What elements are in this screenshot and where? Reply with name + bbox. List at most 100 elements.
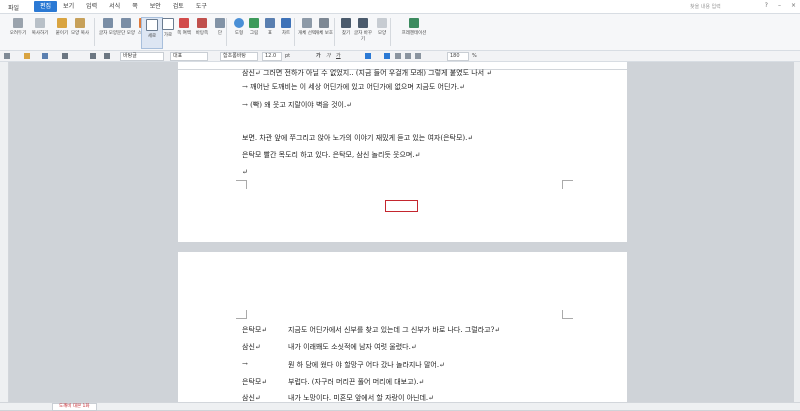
divider: [294, 18, 295, 46]
document-page[interactable]: 은탁모↵ 지금도 어딘가에서 신부를 찾고 있는데 그 신부가 바로 나다. 그…: [178, 252, 627, 404]
zoom-unit: %: [472, 53, 477, 59]
text-line: → (빡) 왜 웃고 지랄이야 벽을 것이.↵: [242, 101, 353, 109]
document-page[interactable]: 삼신↵ 그러면 전하가 아닐 수 없었지.. (지금 들어 우걸개 모래) 그렇…: [178, 69, 627, 242]
menu-list: 편집 보기 입력 서식 쪽 보안 검토 도구: [34, 1, 213, 12]
margin-corner: [236, 180, 247, 189]
table-icon: [265, 18, 275, 28]
margin-corner: [562, 310, 573, 319]
text-line: 은탁모 빨간 목도리 하고 있다. 은탁모, 삼신 놀리듯 웃으며.↵: [242, 151, 421, 159]
margin-corner: [562, 180, 573, 189]
dialogue-text: 뭔 하 담에 웠다 야 할망구 어다 갔나 놀라지나 말어.↵: [288, 361, 445, 369]
clipboard-icon: [57, 18, 67, 28]
save-icon[interactable]: [42, 53, 48, 59]
vertical-scrollbar[interactable]: [794, 62, 800, 402]
divider: [94, 18, 95, 46]
menu-page[interactable]: 쪽: [126, 1, 144, 12]
menu-tools[interactable]: 도구: [190, 1, 213, 12]
text-line: 보면. 차관 앞에 쭈그리고 앉아 노가의 이야기 재밌게 듣고 있는 여자(은…: [242, 134, 474, 142]
close-icon[interactable]: ×: [791, 2, 796, 9]
file-menu[interactable]: 파일: [8, 3, 19, 12]
redo-icon[interactable]: [104, 53, 110, 59]
new-doc-icon[interactable]: [4, 53, 10, 59]
help-icon[interactable]: ?: [765, 2, 768, 9]
dialogue-text: 부럽다. (자구러 머리끈 풀어 머리에 대보고).↵: [288, 378, 425, 386]
vertical-ruler[interactable]: [0, 62, 9, 402]
margin-button[interactable]: 쪽 여백: [174, 17, 194, 47]
columns-icon: [215, 18, 225, 28]
chart-icon: [281, 18, 291, 28]
char-shape-button[interactable]: 글자 모양: [98, 17, 118, 47]
open-folder-icon[interactable]: [24, 53, 30, 59]
brush-icon: [75, 18, 85, 28]
menu-security[interactable]: 보안: [144, 1, 167, 12]
presentation-button[interactable]: 프레젠테이션: [397, 17, 431, 47]
undo-icon[interactable]: [90, 53, 96, 59]
copy-icon: [35, 18, 45, 28]
para-shape-icon: [121, 18, 131, 28]
divider: [226, 18, 227, 46]
menu-review[interactable]: 검토: [167, 1, 190, 12]
align-left-icon[interactable]: [395, 53, 401, 59]
speaker-label: 은탁모↵: [242, 378, 268, 386]
window-controls: ? – ×: [765, 2, 796, 9]
shape-icon: [234, 18, 244, 28]
cut-button[interactable]: 오려두기: [8, 17, 28, 47]
copy-button[interactable]: 복사하기: [30, 17, 50, 47]
search-input[interactable]: 찾을 내용 입력: [690, 3, 760, 10]
font-lang-select[interactable]: 대표: [170, 52, 208, 61]
text-line: → 깨어난 도깨비는 이 세상 어딘가에 있고 어딘가에 없으며 지금도 어딘가…: [242, 83, 465, 91]
format-bar: 바탕글 대표 함초롬바탕 12.0 pt 가 가 가 180 %: [0, 51, 800, 62]
underline-button[interactable]: 가: [336, 52, 341, 59]
replace-icon: [358, 18, 368, 28]
italic-button[interactable]: 가: [326, 52, 331, 59]
speaker-label: 은탁모↵: [242, 326, 268, 334]
picture-icon: [249, 18, 259, 28]
font-color-icon[interactable]: [365, 53, 371, 59]
select-object-icon: [302, 18, 312, 28]
zoom-input[interactable]: 180: [447, 52, 469, 61]
para-shape-button[interactable]: 문단 모양: [116, 17, 136, 47]
scissors-icon: [13, 18, 23, 28]
master-page-icon: [197, 18, 207, 28]
dialogue-text: 지금도 어딘가에서 신부를 찾고 있는데 그 신부가 바로 나다. 그럴라고?↵: [288, 326, 501, 334]
portrait-page-icon: [146, 19, 158, 31]
menu-format[interactable]: 서식: [103, 1, 126, 12]
paste-button[interactable]: 붙이기: [52, 17, 72, 47]
align-right-icon[interactable]: [415, 53, 421, 59]
menu-bar: 파일 편집 보기 입력 서식 쪽 보안 검토 도구 찾을 내용 입력 ? – ×: [0, 0, 800, 14]
highlight-box: [385, 200, 418, 212]
dialogue-text: 내가 이래봬도 소싯적에 남자 여럿 울렸다.↵: [288, 343, 417, 351]
menu-view[interactable]: 보기: [57, 1, 80, 12]
divider: [334, 18, 335, 46]
font-select[interactable]: 함초롬바탕: [220, 52, 258, 61]
ribbon-toolbar: 오려두기 복사하기 붙이기 모양 복사 글자 모양 문단 모양 스타일 세로 가…: [0, 14, 800, 51]
minimize-icon[interactable]: –: [778, 2, 781, 9]
chart-button[interactable]: 차트: [276, 17, 296, 47]
menu-edit[interactable]: 편집: [34, 1, 58, 12]
binoculars-icon: [341, 18, 351, 28]
columns-button[interactable]: 단: [210, 17, 230, 47]
speaker-label: →: [242, 360, 248, 368]
lock-icon: [319, 18, 329, 28]
print-icon[interactable]: [62, 53, 68, 59]
document-tab[interactable]: 도깨비 대본 1화: [52, 403, 97, 411]
landscape-page-icon: [162, 18, 174, 30]
font-size-unit: pt: [285, 53, 291, 59]
shape-style-icon: [377, 18, 387, 28]
text-line: ↵: [242, 168, 248, 176]
margin-corner: [236, 310, 247, 319]
format-copy-button[interactable]: 모양 복사: [70, 17, 90, 47]
shape-style-button[interactable]: 모양: [372, 17, 392, 47]
char-shape-icon: [103, 18, 113, 28]
font-size-input[interactable]: 12.0: [262, 52, 282, 61]
style-select[interactable]: 바탕글: [120, 52, 164, 61]
align-justify-icon[interactable]: [384, 53, 390, 59]
menu-insert[interactable]: 입력: [80, 1, 103, 12]
replace-button[interactable]: 글자 바꾸기: [353, 17, 373, 47]
protect-object-button[interactable]: 개체 보호: [314, 17, 334, 47]
master-page-button[interactable]: 바탕쪽: [192, 17, 212, 47]
bold-button[interactable]: 가: [316, 52, 321, 59]
text-line: 삼신↵ 그러면 전하가 아닐 수 없었지.. (지금 들어 우걸개 모래) 그렇…: [242, 69, 493, 77]
speaker-label: 삼신↵: [242, 343, 261, 351]
align-center-icon[interactable]: [405, 53, 411, 59]
